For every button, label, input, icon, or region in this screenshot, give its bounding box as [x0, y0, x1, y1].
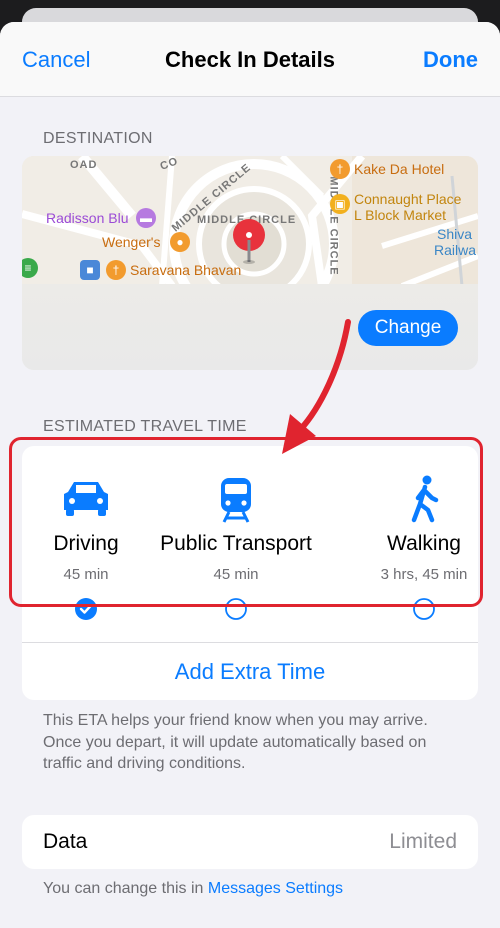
destination-header: DESTINATION	[43, 130, 153, 147]
eta-footnote: This ETA helps your friend know when you…	[43, 712, 428, 772]
bakery-icon: ●	[170, 232, 190, 252]
road-label-middle-circle-3: MIDDLE CIRCLE	[327, 176, 340, 276]
map-label-wengers: Wenger's	[102, 234, 161, 250]
map-label-kake-da-hotel: Kake Da Hotel	[354, 161, 445, 177]
change-destination-button[interactable]: Change	[358, 310, 458, 346]
map-label-l-block-market: L Block Market	[354, 207, 447, 223]
map[interactable]: OAD CO MIDDLE CIRCLE MIDDLE CIRCLE MIDDL…	[22, 156, 478, 286]
destination-map-card: OAD CO MIDDLE CIRCLE MIDDLE CIRCLE MIDDL…	[22, 156, 478, 370]
map-label-railwa: Railwa	[434, 242, 477, 258]
add-extra-time-button[interactable]: Add Extra Time	[22, 643, 478, 701]
data-value: Limited	[389, 830, 457, 853]
annotation-arrow-icon	[282, 319, 351, 454]
road-label-oad: OAD	[70, 159, 98, 171]
restaurant-icon: †	[330, 159, 350, 179]
shopping-bag-icon: ▣	[330, 194, 350, 214]
map-label-saravana-bhavan: Saravana Bhavan	[130, 262, 242, 278]
footer-prefix: You can change this in	[43, 880, 208, 897]
map-label-connaught-place: Connaught Place	[354, 191, 462, 207]
footer-text: You can change this in Messages Settings	[43, 880, 343, 898]
travel-time-header: ESTIMATED TRAVEL TIME	[43, 418, 247, 435]
annotation-highlight-box	[9, 437, 483, 607]
map-pin-icon	[233, 219, 265, 264]
messages-settings-link[interactable]: Messages Settings	[208, 880, 343, 897]
hotel-bed-icon: ▬	[136, 208, 156, 228]
data-row[interactable]: Data Limited	[22, 815, 478, 869]
bus-icon: ■	[80, 260, 100, 280]
done-button[interactable]: Done	[423, 47, 478, 73]
add-extra-time-row: Add Extra Time	[22, 642, 478, 700]
data-label: Data	[43, 830, 88, 853]
map-label-radisson-blu: Radisson Blu	[46, 210, 129, 226]
restaurant-icon: †	[106, 260, 126, 280]
map-label-shiva: Shiva	[437, 226, 473, 242]
navigation-bar: Cancel Check In Details Done	[0, 22, 500, 97]
